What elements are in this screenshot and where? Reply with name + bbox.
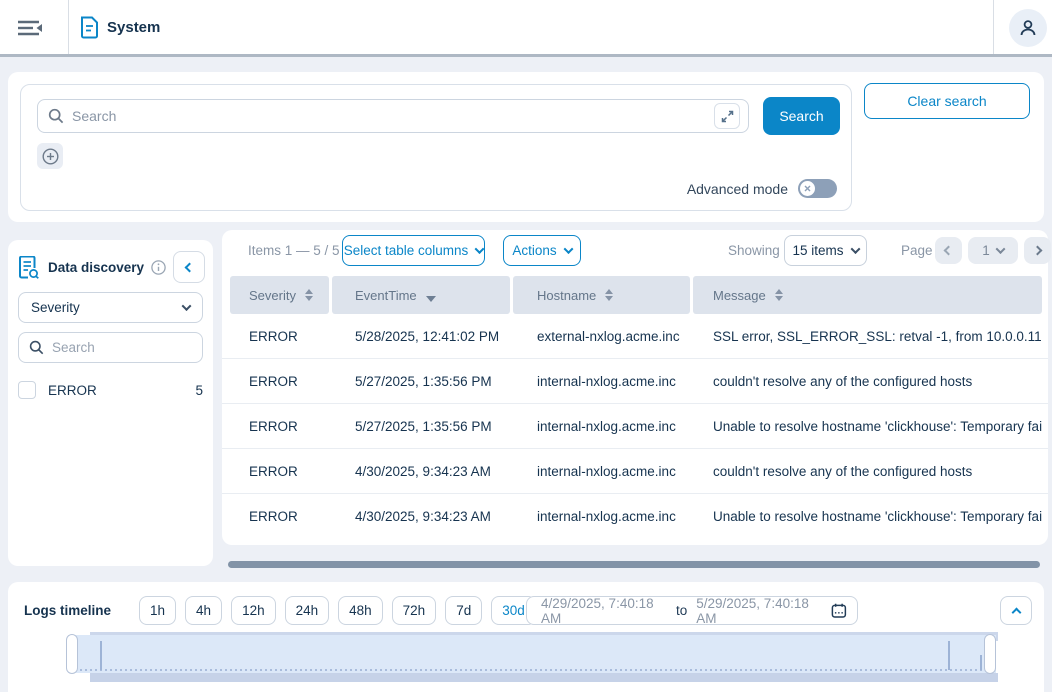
table-body: ERROR5/28/2025, 12:41:02 PM external-nxl… [222, 314, 1048, 539]
table-row[interactable]: ERROR4/30/2025, 9:34:23 AM internal-nxlo… [222, 494, 1048, 539]
table-row[interactable]: ERROR4/30/2025, 9:34:23 AM internal-nxlo… [222, 449, 1048, 494]
column-header-hostname[interactable]: Hostname [513, 276, 690, 314]
timeline-spike [100, 641, 102, 670]
column-header-eventtime[interactable]: EventTime [332, 276, 510, 314]
brush-handle-left[interactable] [66, 634, 78, 674]
range-button-72h[interactable]: 72h [392, 596, 437, 625]
header-divider-left [68, 0, 69, 54]
search-panel: Search Search Advanced mode [8, 72, 1044, 222]
timeline-spike [980, 655, 982, 670]
range-button-7d[interactable]: 7d [445, 596, 482, 625]
chevron-down-icon [850, 244, 860, 254]
data-discovery-panel: Data discovery Severity Search ERROR 5 [8, 240, 213, 566]
page-label: Page [901, 243, 933, 258]
facet-count: 5 [195, 383, 203, 398]
chevron-right-icon [1033, 246, 1043, 256]
chevron-up-icon [1011, 608, 1021, 618]
previous-page-button[interactable] [935, 237, 962, 264]
range-button-24h[interactable]: 24h [285, 596, 330, 625]
data-discovery-icon [18, 256, 39, 279]
timeline-spike [948, 641, 950, 670]
facet-search-input[interactable]: Search [18, 332, 203, 363]
facet-checkbox[interactable] [18, 381, 36, 399]
clear-search-button[interactable]: Clear search [864, 83, 1030, 119]
header-divider-right [993, 0, 994, 54]
search-icon [48, 108, 64, 124]
field-selector-dropdown[interactable]: Severity [18, 292, 203, 323]
plus-circle-icon [42, 148, 59, 165]
date-from: 4/29/2025, 7:40:18 AM [541, 596, 667, 626]
facet-search-placeholder: Search [52, 340, 95, 355]
system-page-icon [80, 16, 99, 44]
logs-timeline-title: Logs timeline [24, 603, 111, 618]
facet-item-error[interactable]: ERROR 5 [18, 378, 203, 402]
facet-label: ERROR [48, 383, 97, 398]
timeline-brush-bottom-strip [90, 673, 998, 682]
chevron-down-icon [475, 244, 485, 254]
search-input[interactable]: Search [37, 99, 749, 133]
collapse-panel-button[interactable] [173, 251, 205, 283]
sort-desc-icon [426, 296, 436, 302]
actions-button[interactable]: Actions [503, 235, 581, 266]
advanced-mode-label: Advanced mode [687, 181, 788, 197]
user-menu-button[interactable] [1009, 9, 1047, 47]
timeline-baseline [70, 669, 994, 671]
field-selector-value: Severity [31, 300, 80, 315]
select-table-columns-button[interactable]: Select table columns [342, 235, 485, 266]
column-header-message[interactable]: Message [693, 276, 1042, 314]
date-range-picker[interactable]: 4/29/2025, 7:40:18 AM to 5/29/2025, 7:40… [526, 596, 858, 625]
chevron-down-icon [182, 301, 192, 311]
chevron-down-icon [995, 244, 1005, 254]
add-condition-button[interactable] [37, 143, 63, 169]
sort-icon [775, 289, 783, 301]
logs-timeline-card: Logs timeline 1h 4h 12h 24h 48h 72h 7d 3… [8, 582, 1044, 692]
column-header-severity[interactable]: Severity [230, 276, 329, 314]
advanced-mode-toggle[interactable] [798, 179, 837, 198]
collapse-timeline-button[interactable] [1000, 596, 1032, 625]
brush-handle-right[interactable] [984, 634, 996, 674]
search-builder-card: Search Search Advanced mode [20, 84, 852, 211]
sidebar-toggle-icon[interactable] [15, 16, 45, 40]
expand-search-icon[interactable] [714, 103, 740, 129]
search-icon [29, 340, 44, 355]
page-number-dropdown[interactable]: 1 [968, 237, 1018, 264]
logs-table-card: Items 1 — 5 / 5 Select table columns Act… [222, 230, 1048, 545]
table-toolbar: Items 1 — 5 / 5 Select table columns Act… [222, 230, 1048, 272]
table-header-row: Severity EventTime Hostname Message [222, 276, 1048, 314]
chevron-left-icon [944, 246, 954, 256]
next-page-button[interactable] [1024, 237, 1051, 264]
app-header: System [0, 0, 1052, 57]
table-row[interactable]: ERROR5/27/2025, 1:35:56 PM internal-nxlo… [222, 359, 1048, 404]
toggle-knob [800, 181, 815, 196]
search-placeholder: Search [72, 108, 714, 124]
table-row[interactable]: ERROR5/28/2025, 12:41:02 PM external-nxl… [222, 314, 1048, 359]
horizontal-scrollbar[interactable] [228, 561, 1040, 568]
date-to-label: to [676, 603, 687, 618]
timeline-band[interactable] [68, 635, 996, 673]
sort-icon [605, 289, 613, 301]
calendar-icon [831, 602, 847, 619]
data-discovery-title: Data discovery [48, 260, 144, 275]
date-to: 5/29/2025, 7:40:18 AM [696, 596, 822, 626]
showing-label: Showing [728, 243, 780, 258]
items-summary: Items 1 — 5 / 5 [248, 243, 340, 258]
info-icon[interactable] [151, 260, 166, 275]
range-button-1h[interactable]: 1h [139, 596, 176, 625]
sort-icon [305, 289, 313, 301]
range-button-4h[interactable]: 4h [185, 596, 222, 625]
chevron-down-icon [563, 244, 573, 254]
table-row[interactable]: ERROR5/27/2025, 1:35:56 PM internal-nxlo… [222, 404, 1048, 449]
page-title: System [107, 19, 160, 36]
page-size-dropdown[interactable]: 15 items [784, 235, 867, 266]
chevron-left-icon [184, 262, 194, 272]
user-icon [1018, 18, 1038, 38]
range-button-12h[interactable]: 12h [231, 596, 276, 625]
search-button[interactable]: Search [763, 97, 840, 135]
range-button-48h[interactable]: 48h [338, 596, 383, 625]
